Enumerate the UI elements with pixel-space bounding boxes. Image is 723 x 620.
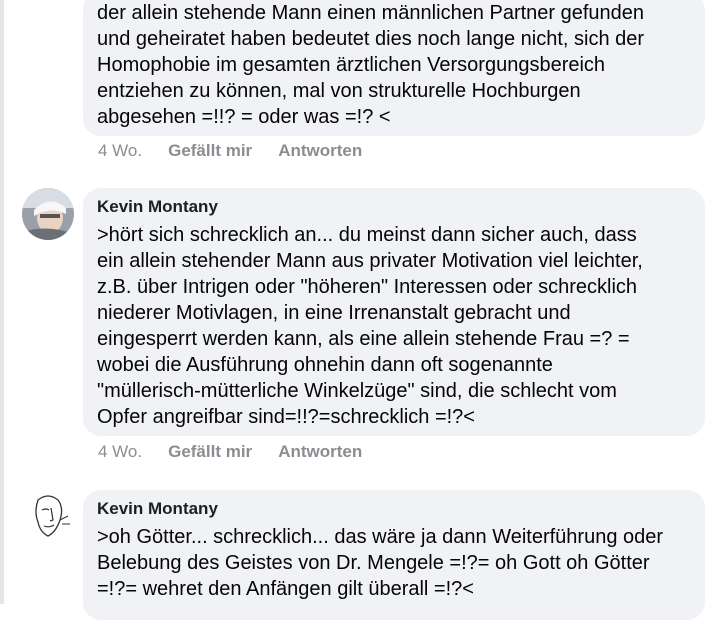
comment-text: >hört sich schrecklich an... du meinst d… [97,224,643,428]
avatar[interactable] [22,188,74,240]
comment-timestamp[interactable]: 4 Wo. [98,141,142,161]
avatar[interactable] [22,490,74,542]
like-button[interactable]: Gefällt mir [168,442,252,462]
like-button[interactable]: Gefällt mir [168,141,252,161]
profile-photo-icon [22,188,74,240]
reply-button[interactable]: Antworten [278,442,362,462]
comment-author[interactable]: Kevin Montany [97,499,691,519]
comment-bubble: der allein stehende Mann einen männliche… [83,0,705,136]
reply-button[interactable]: Antworten [278,141,362,161]
comment-text: >oh Götter... schrecklich... das wäre ja… [97,526,664,600]
comment-author[interactable]: Kevin Montany [97,197,691,217]
comment-bubble: Kevin Montany >oh Götter... schrecklich.… [83,490,705,620]
comment-text: der allein stehende Mann einen männliche… [97,2,645,128]
comment-timestamp[interactable]: 4 Wo. [98,442,142,462]
face-sketch-icon [22,490,74,542]
comment-bubble: Kevin Montany >hört sich schrecklich an.… [83,188,705,436]
comment-actions: 4 Wo. Gefällt mir Antworten [98,442,388,462]
comment-actions: 4 Wo. Gefällt mir Antworten [98,141,388,161]
thread-left-rule [0,0,4,604]
